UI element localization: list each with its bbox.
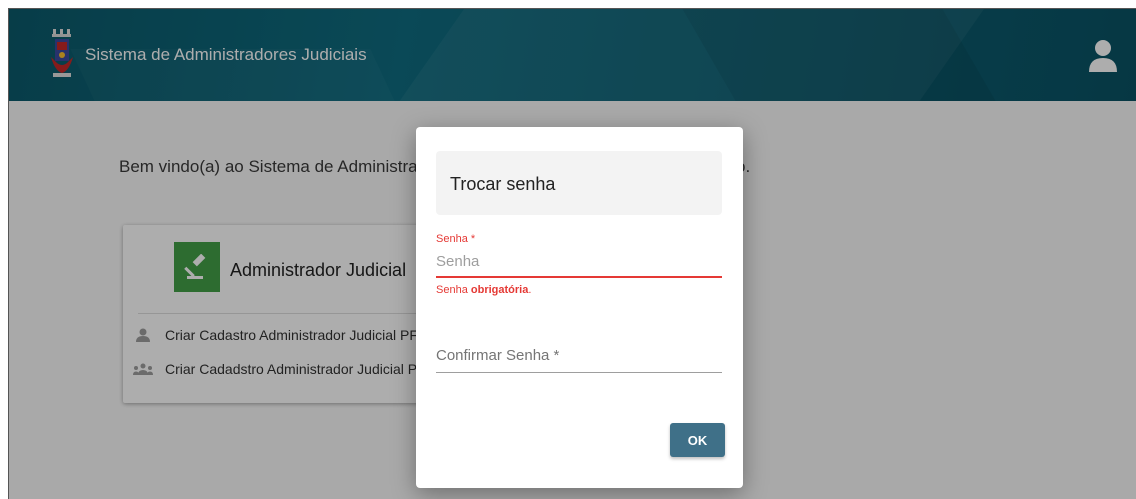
ok-button[interactable]: OK [670,423,725,457]
password-label: Senha * [436,233,476,245]
password-input[interactable] [436,247,722,278]
confirm-password-field [436,341,722,373]
error-text-end: . [528,284,532,296]
confirm-password-input[interactable] [436,341,722,373]
password-error: Senha obrigatória. [436,284,722,296]
password-field: Senha * Senha obrigatória. [436,233,722,296]
error-text: Senha [436,284,471,296]
error-text-bold: obrigatória [470,284,529,296]
dialog-header: Trocar senha [436,151,722,215]
change-password-dialog: Trocar senha Senha * Senha obrigatória. … [416,127,743,488]
dialog-title: Trocar senha [450,174,556,194]
app-frame: Sistema de Administradores Judiciais Bem… [8,8,1136,499]
